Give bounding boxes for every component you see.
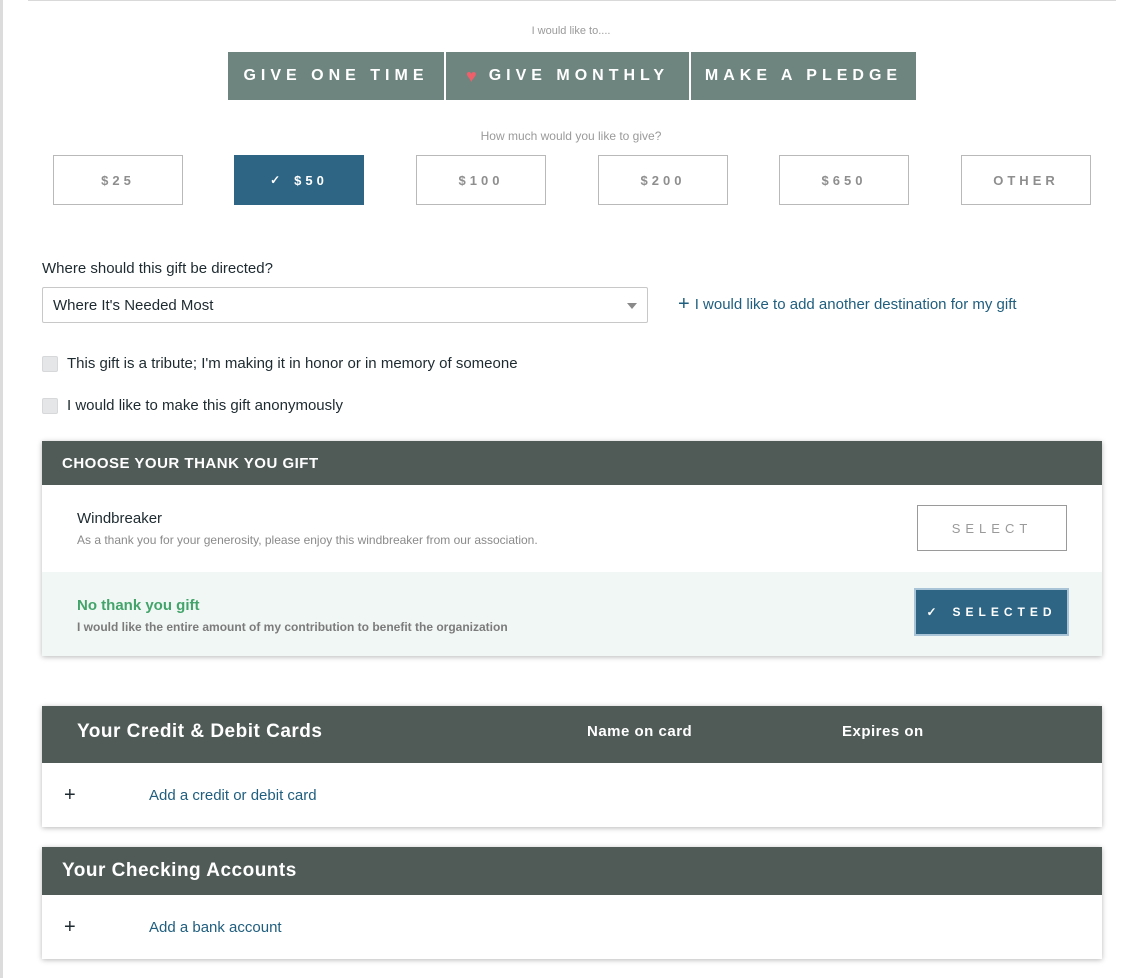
select-windbreaker-button[interactable]: SELECT: [917, 505, 1067, 551]
amount-25-label: $25: [101, 172, 135, 188]
anonymous-option: I would like to make this gift anonymous…: [42, 397, 343, 414]
top-divider: [28, 0, 1116, 1]
select-label: SELECT: [951, 520, 1033, 536]
amount-prompt: How much would you like to give?: [480, 129, 662, 143]
tribute-checkbox[interactable]: [42, 355, 58, 372]
gift-title: Windbreaker: [77, 510, 163, 527]
amount-100-button[interactable]: $100: [416, 155, 546, 205]
add-destination-link[interactable]: + I would like to add another destinatio…: [678, 293, 1017, 315]
amount-50-button[interactable]: ✓ $50: [234, 155, 364, 205]
add-card-row[interactable]: + Add a credit or debit card: [42, 763, 1102, 827]
add-bank-link[interactable]: Add a bank account: [149, 919, 282, 936]
direction-label: Where should this gift be directed?: [42, 260, 273, 277]
gift-description: As a thank you for your generosity, plea…: [77, 533, 538, 547]
selected-no-gift-button[interactable]: ✓ SELECTED: [914, 588, 1069, 636]
checking-accounts-title: Your Checking Accounts: [62, 860, 297, 881]
give-one-time-button[interactable]: GIVE ONE TIME: [228, 52, 444, 100]
left-border: [0, 0, 3, 978]
heart-icon: ♥: [466, 65, 477, 86]
gift-title: No thank you gift: [77, 597, 200, 614]
make-a-pledge-button[interactable]: MAKE A PLEDGE: [691, 52, 916, 100]
tribute-option: This gift is a tribute; I'm making it in…: [42, 355, 518, 372]
thank-you-gift-header: CHOOSE YOUR THANK YOU GIFT: [42, 441, 1102, 485]
give-one-time-label: GIVE ONE TIME: [243, 67, 429, 84]
credit-cards-header: Your Credit & Debit Cards Name on card E…: [42, 706, 1102, 763]
credit-cards-panel: Your Credit & Debit Cards Name on card E…: [42, 706, 1102, 827]
caret-down-icon: [627, 303, 637, 309]
thank-you-gift-panel: CHOOSE YOUR THANK YOU GIFT Windbreaker A…: [42, 441, 1102, 656]
amount-650-button[interactable]: $650: [779, 155, 909, 205]
give-monthly-label: GIVE MONTHLY: [488, 67, 669, 84]
amount-100-label: $100: [458, 172, 504, 188]
plus-icon: +: [678, 293, 690, 315]
amount-200-button[interactable]: $200: [598, 155, 728, 205]
gift-item-windbreaker: Windbreaker As a thank you for your gene…: [42, 485, 1102, 572]
gift-item-no-gift: No thank you gift I would like the entir…: [42, 572, 1102, 656]
check-icon: ✓: [926, 605, 937, 619]
tribute-label: This gift is a tribute; I'm making it in…: [67, 355, 518, 372]
checking-accounts-panel: Your Checking Accounts + Add a bank acco…: [42, 847, 1102, 959]
add-destination-label: I would like to add another destination …: [694, 296, 1017, 313]
amount-50-label: $50: [294, 172, 328, 188]
check-icon: ✓: [270, 173, 281, 187]
give-monthly-button[interactable]: ♥ GIVE MONTHLY: [446, 52, 689, 100]
gift-description: I would like the entire amount of my con…: [77, 620, 508, 634]
anonymous-label: I would like to make this gift anonymous…: [67, 397, 343, 414]
amount-other-label: OTHER: [993, 172, 1059, 188]
direction-select[interactable]: Where It's Needed Most: [42, 287, 648, 323]
plus-icon: +: [64, 915, 76, 938]
direction-selected-value: Where It's Needed Most: [53, 296, 214, 314]
expires-on-column: Expires on: [842, 723, 924, 740]
anonymous-checkbox[interactable]: [42, 397, 58, 414]
amount-25-button[interactable]: $25: [53, 155, 183, 205]
amount-200-label: $200: [640, 172, 686, 188]
plus-icon: +: [64, 783, 76, 806]
credit-cards-title: Your Credit & Debit Cards: [77, 721, 323, 742]
name-on-card-column: Name on card: [587, 723, 693, 740]
selected-label: SELECTED: [952, 605, 1057, 619]
donation-type-prompt: I would like to....: [531, 25, 611, 37]
add-card-link[interactable]: Add a credit or debit card: [149, 787, 317, 804]
add-bank-row[interactable]: + Add a bank account: [42, 895, 1102, 959]
make-a-pledge-label: MAKE A PLEDGE: [704, 67, 903, 84]
amount-650-label: $650: [821, 172, 867, 188]
amount-other-button[interactable]: OTHER: [961, 155, 1091, 205]
checking-accounts-header: Your Checking Accounts: [42, 847, 1102, 895]
